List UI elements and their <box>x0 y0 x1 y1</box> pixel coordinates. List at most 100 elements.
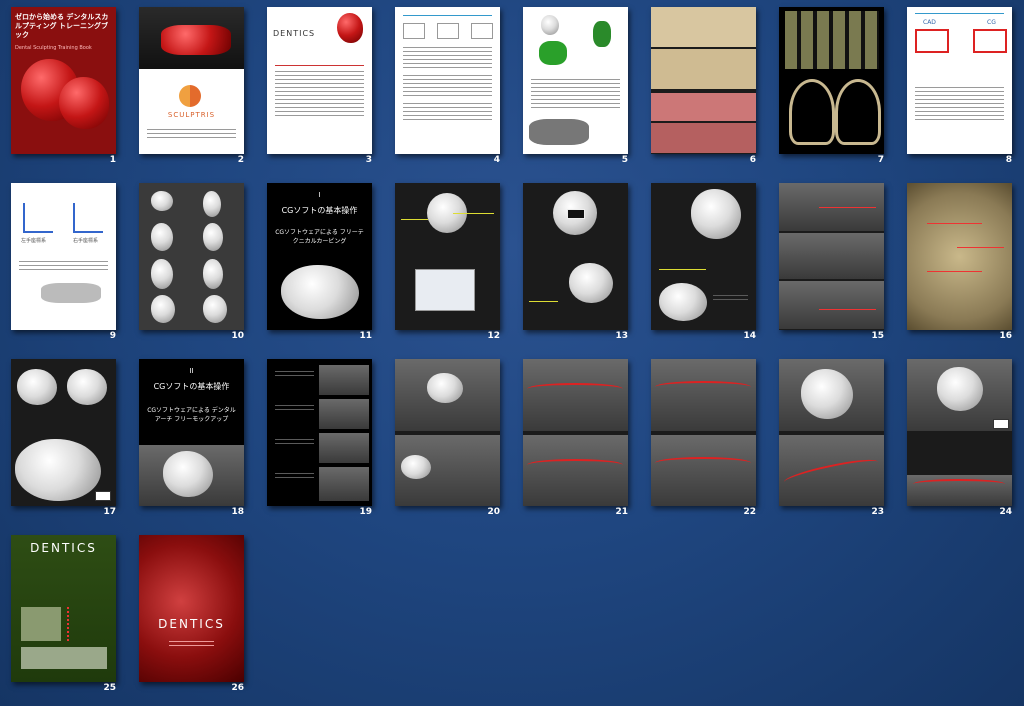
gray-tooth-model <box>541 15 559 35</box>
menu-popup <box>567 209 585 219</box>
page-number: 1 <box>109 155 116 165</box>
page-thumbnail-15[interactable] <box>779 183 884 330</box>
page-thumbnail-10[interactable] <box>139 183 244 330</box>
page-cell-18: II CGソフトの基本操作 CGソフトウェアによる デンタルアーチ フリーモック… <box>128 352 256 528</box>
page-thumbnail-24[interactable] <box>907 359 1012 506</box>
page-cell-4: 4 <box>384 0 512 176</box>
page-thumbnail-22[interactable] <box>651 359 756 506</box>
page-cell-8: CAD CG 8 <box>896 0 1024 176</box>
page-cell-11: I CGソフトの基本操作 CGソフトウェアによる フリーテクニカルカービング 1… <box>256 176 384 352</box>
cad-label: CAD <box>923 19 936 26</box>
photo-panel <box>21 607 61 641</box>
model-image <box>41 283 101 303</box>
page-thumbnail-7[interactable] <box>779 7 884 154</box>
page-number: 9 <box>109 331 116 341</box>
page-thumbnail-19[interactable] <box>267 359 372 506</box>
page-cell-15: 15 <box>768 176 896 352</box>
page-cell-9: 左手座標系 右手座標系 9 <box>0 176 128 352</box>
page-thumbnail-16[interactable] <box>907 183 1012 330</box>
page-cell-2: SCULPTRIS 2 <box>128 0 256 176</box>
page-thumbnail-4[interactable] <box>395 7 500 154</box>
page-number: 10 <box>231 331 244 341</box>
page-thumbnail-17[interactable] <box>11 359 116 506</box>
dentics-logo: DENTICS <box>273 29 316 38</box>
inset-box <box>95 491 111 501</box>
page-cell-5: 5 <box>512 0 640 176</box>
page-cell-10: 10 <box>128 176 256 352</box>
page-thumbnail-3[interactable]: DENTICS <box>267 7 372 154</box>
white-tooth-model <box>569 263 613 303</box>
page-thumbnail-21[interactable] <box>523 359 628 506</box>
page-thumbnail-9[interactable]: 左手座標系 右手座標系 <box>11 183 116 330</box>
page-thumbnail-8[interactable]: CAD CG <box>907 7 1012 154</box>
page-number: 7 <box>877 155 884 165</box>
chapter-title: CGソフトの基本操作 <box>281 206 358 215</box>
white-tooth-model <box>691 189 741 239</box>
page-thumbnail-25[interactable]: DENTICS <box>11 535 116 682</box>
white-tooth-model <box>659 283 707 321</box>
dentics-logo: DENTICS <box>30 541 97 555</box>
page-thumbnail-2[interactable]: SCULPTRIS <box>139 7 244 154</box>
page-number: 19 <box>359 507 372 517</box>
page-number: 11 <box>359 331 372 341</box>
page-number: 14 <box>743 331 756 341</box>
format-box <box>437 23 459 39</box>
sculptris-logo-text: SCULPTRIS <box>167 111 216 119</box>
page-cell-25: DENTICS 25 <box>0 528 128 704</box>
dialog-screenshot <box>415 269 475 311</box>
chapter-number: I <box>318 191 321 199</box>
page-thumbnail-20[interactable] <box>395 359 500 506</box>
white-tooth-model <box>67 369 107 405</box>
white-tooth-model <box>17 369 57 405</box>
page-number: 15 <box>871 331 884 341</box>
page-thumbnail-18[interactable]: II CGソフトの基本操作 CGソフトウェアによる デンタルアーチ フリーモック… <box>139 359 244 506</box>
chapter-subtitle: CGソフトウェアによる デンタルアーチ フリーモックアップ <box>147 407 236 423</box>
tooth-arch-image <box>789 79 835 145</box>
axis-diagram-left <box>23 203 53 233</box>
tooth-set-image <box>785 11 879 69</box>
white-tooth-model <box>281 265 359 319</box>
cg-diagram <box>973 29 1007 53</box>
page-cell-17: 17 <box>0 352 128 528</box>
page-thumbnail-11[interactable]: I CGソフトの基本操作 CGソフトウェアによる フリーテクニカルカービング <box>267 183 372 330</box>
page-number: 8 <box>1005 155 1012 165</box>
page-cell-22: 22 <box>640 352 768 528</box>
page-number: 25 <box>103 683 116 693</box>
cover-title: ゼロから始める デンタルスカルプティング トレーニングブック <box>15 13 109 39</box>
page-thumbnail-26[interactable]: DENTICS <box>139 535 244 682</box>
right-hand-label: 右手座標系 <box>73 238 99 244</box>
page-number: 12 <box>487 331 500 341</box>
page-cell-6: 6 <box>640 0 768 176</box>
gum-photo <box>651 93 756 121</box>
page-number: 2 <box>237 155 244 165</box>
page-thumbnail-5[interactable] <box>523 7 628 154</box>
white-tooth-model <box>15 439 101 501</box>
page-number: 23 <box>871 507 884 517</box>
page-thumbnail-6[interactable] <box>651 7 756 154</box>
page-thumbnail-23[interactable] <box>779 359 884 506</box>
page-number: 4 <box>493 155 500 165</box>
ui-screenshot <box>779 233 884 279</box>
page-cell-20: 20 <box>384 352 512 528</box>
page-number: 3 <box>365 155 372 165</box>
sculptris-logo-icon <box>179 85 201 107</box>
denture-photo <box>651 49 756 89</box>
page-thumbnail-13[interactable] <box>523 183 628 330</box>
page-thumbnail-1[interactable]: ゼロから始める デンタルスカルプティング トレーニングブック Dental Sc… <box>11 7 116 154</box>
format-box <box>471 23 493 39</box>
axis-diagram-right <box>73 203 103 233</box>
page-number: 20 <box>487 507 500 517</box>
page-number: 22 <box>743 507 756 517</box>
red-tooth-model <box>337 13 363 43</box>
page-cell-14: 14 <box>640 176 768 352</box>
page-number: 17 <box>103 507 116 517</box>
page-number: 16 <box>999 331 1012 341</box>
page-cell-16: 16 <box>896 176 1024 352</box>
page-thumbnail-14[interactable] <box>651 183 756 330</box>
cad-diagram <box>915 29 949 53</box>
page-cell-3: DENTICS 3 <box>256 0 384 176</box>
page-thumbnail-12[interactable] <box>395 183 500 330</box>
page-number: 26 <box>231 683 244 693</box>
page-number: 6 <box>749 155 756 165</box>
chapter-subtitle: CGソフトウェアによる フリーテクニカルカービング <box>275 229 364 245</box>
